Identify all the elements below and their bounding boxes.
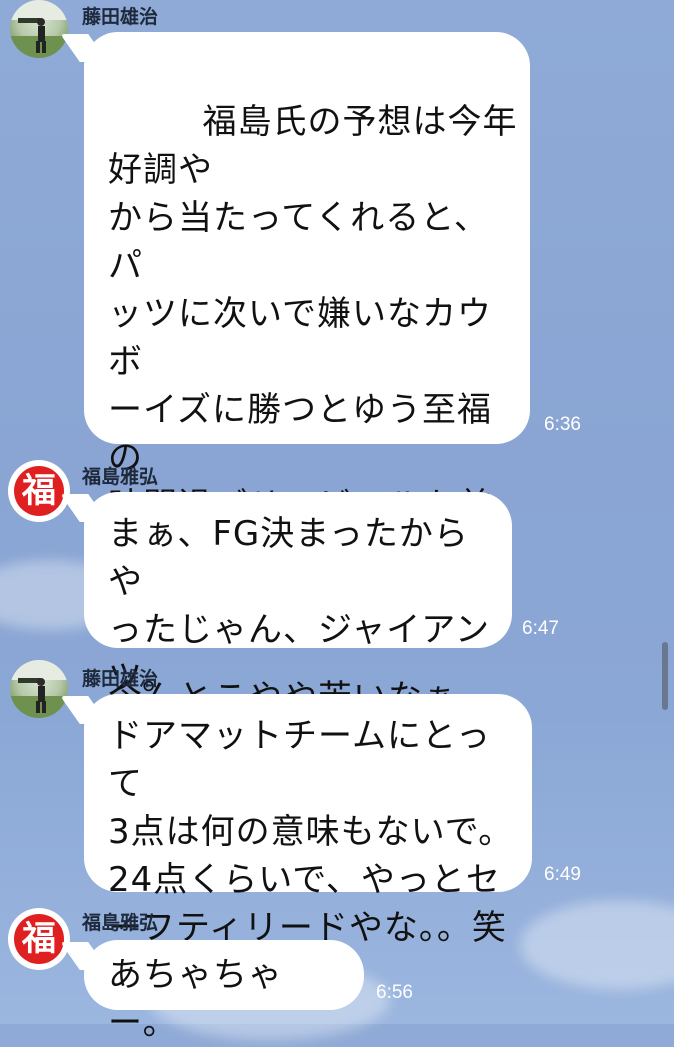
message-item: 福 福島雅弘 まぁ、FG決まったからや ったじゃん、ジャイアン ツ。 6:47 <box>0 458 674 698</box>
chat-timeline[interactable]: 藤田雄治 福島氏の予想は今年好調や から当たってくれると、パ ッツに次いで嫌いな… <box>0 0 674 1043</box>
message-text: あちゃちゃー。 <box>108 955 283 1043</box>
sender-name: 福島雅弘 <box>82 466 159 488</box>
message-bubble[interactable]: あちゃちゃー。 <box>84 940 364 1043</box>
message-time: 6:49 <box>544 864 581 885</box>
sender-name: 藤田雄治 <box>82 668 159 690</box>
message-time: 6:36 <box>544 414 581 435</box>
sender-name: 藤田雄治 <box>82 6 159 28</box>
message-item: 藤田雄治 福島氏の予想は今年好調や から当たってくれると、パ ッツに次いで嫌いな… <box>0 0 674 765</box>
sender-name: 福島雅弘 <box>82 912 159 934</box>
sender-avatar[interactable] <box>10 660 68 718</box>
message-bubble[interactable]: 福島氏の予想は今年好調や から当たってくれると、パ ッツに次いで嫌いなカウボ ー… <box>84 32 530 765</box>
fuku-logo-icon: 福 <box>14 914 64 964</box>
message-time: 6:56 <box>376 982 413 1003</box>
message-item: 福 福島雅弘 あちゃちゃー。 6:56 <box>0 906 674 1043</box>
message-bubble[interactable]: まぁ、FG決まったからや ったじゃん、ジャイアン ツ。 <box>84 492 512 698</box>
sender-avatar[interactable] <box>10 0 68 58</box>
message-bubble[interactable]: ドアマットチームにとって 3点は何の意味もないで。 24点くらいで、やっとセ ー… <box>84 694 532 948</box>
sender-avatar[interactable]: 福 <box>10 462 68 520</box>
person-photo-icon <box>10 660 68 718</box>
sender-avatar[interactable]: 福 <box>10 910 68 968</box>
fuku-logo-icon: 福 <box>14 466 64 516</box>
person-photo-icon <box>10 0 68 58</box>
message-item: 藤田雄治 ドアマットチームにとって 3点は何の意味もないで。 24点くらいで、や… <box>0 660 674 948</box>
scrollbar[interactable] <box>662 642 668 710</box>
message-time: 6:47 <box>522 618 559 639</box>
